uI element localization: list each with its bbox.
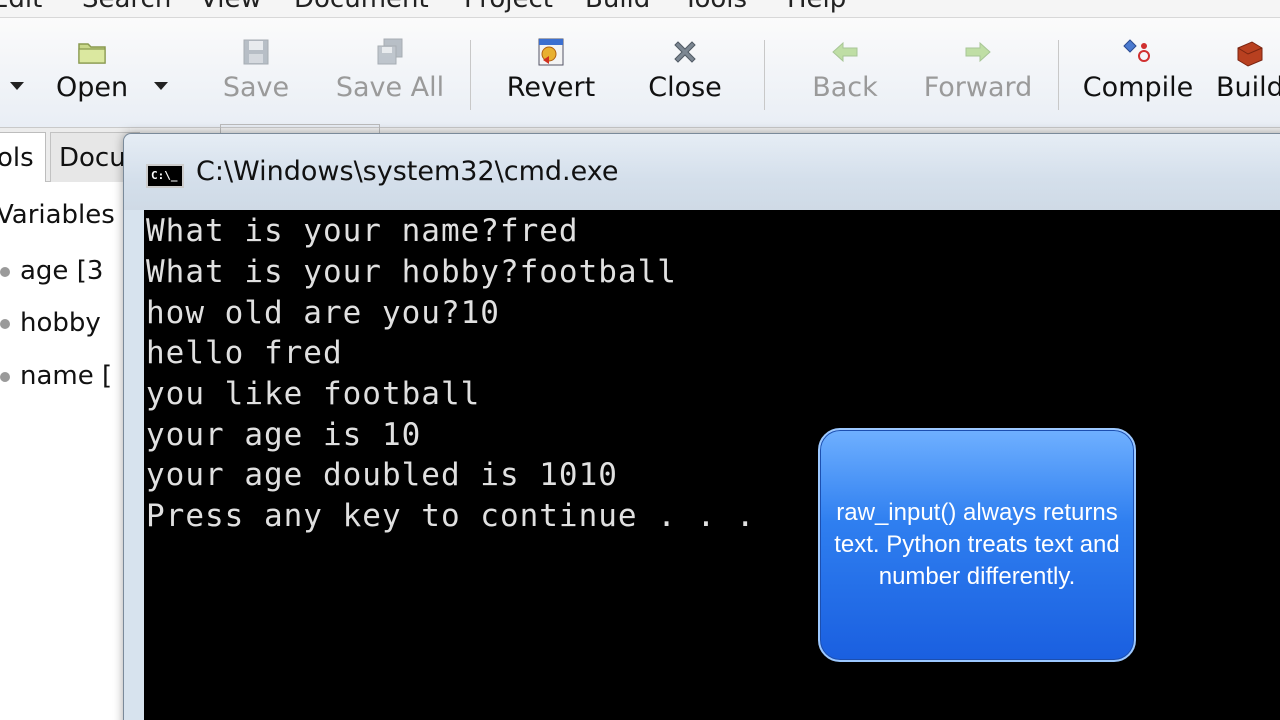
save-all-icon [377, 38, 403, 65]
floppy-disk-icon [243, 39, 269, 65]
callout-text: raw_input() always returns text. Python … [834, 499, 1120, 590]
build-label: Build [1216, 72, 1280, 103]
toolbar-separator [470, 40, 471, 110]
build-button[interactable]: Build [1214, 18, 1280, 118]
variable-label: name [ [20, 361, 113, 391]
save-all-button[interactable]: Save All [334, 18, 446, 118]
sidebar-tabs: ols Docu [0, 128, 140, 182]
menu-tools[interactable]: Tools [683, 0, 747, 14]
save-all-label: Save All [335, 72, 445, 103]
annotation-callout: raw_input() always returns text. Python … [818, 428, 1136, 662]
forward-button[interactable]: Forward [922, 18, 1034, 118]
variable-item-age[interactable]: age [3 [0, 256, 103, 286]
brick-icon [1237, 41, 1263, 67]
variable-icon [0, 318, 10, 329]
close-button[interactable]: Close [644, 18, 726, 118]
toolbar-separator [764, 40, 765, 110]
open-label: Open [55, 72, 129, 103]
variable-label: age [3 [20, 256, 104, 286]
variable-item-name[interactable]: name [ [0, 361, 112, 391]
console-line: What is your hobby?football [146, 254, 677, 290]
compile-icon [1123, 39, 1150, 62]
console-line: your age is 10 [146, 417, 422, 453]
menu-edit[interactable]: Edit [0, 0, 42, 14]
console-line: What is your name?fred [146, 213, 579, 249]
variable-icon [0, 266, 10, 277]
compile-label: Compile [1082, 72, 1194, 103]
revert-label: Revert [506, 72, 596, 103]
tab-symbols[interactable]: ols [0, 132, 46, 182]
variable-icon [0, 371, 10, 382]
console-line: you like football [146, 376, 481, 412]
console-line: how old are you?10 [146, 295, 500, 331]
folder-icon [78, 43, 106, 64]
compile-button[interactable]: Compile [1080, 18, 1196, 118]
close-label: Close [648, 72, 722, 103]
close-icon [674, 41, 696, 63]
variable-item-hobby[interactable]: hobby [0, 308, 101, 338]
cmd-window-title: C:\Windows\system32\cmd.exe [196, 156, 619, 187]
menu-build[interactable]: Build [585, 0, 650, 14]
back-button[interactable]: Back [808, 18, 882, 118]
open-dropdown-arrow-icon[interactable] [154, 82, 168, 90]
toolbar-separator [1058, 40, 1059, 110]
cmd-app-icon[interactable]: C:\_ [146, 164, 184, 188]
console-line: your age doubled is 1010 [146, 457, 618, 493]
symbols-panel: ols Docu Variables age [3 hobby name [ [0, 128, 140, 720]
revert-button[interactable]: Revert [506, 18, 596, 118]
cmd-title-bar[interactable]: C:\_ C:\Windows\system32\cmd.exe [124, 134, 1280, 210]
back-label: Back [812, 72, 878, 103]
menu-bar: Edit Search View Document Project Build … [0, 0, 1280, 18]
save-label: Save [222, 72, 290, 103]
revert-icon [538, 38, 564, 66]
console-line: Press any key to continue . . . [146, 498, 756, 534]
menu-project[interactable]: Project [464, 0, 553, 14]
menu-view[interactable]: View [200, 0, 262, 14]
variable-label: hobby [20, 308, 101, 338]
menu-document[interactable]: Document [294, 0, 429, 14]
new-dropdown-arrow-icon[interactable] [10, 82, 24, 90]
forward-label: Forward [923, 72, 1033, 103]
arrow-left-icon [832, 41, 858, 63]
save-button[interactable]: Save [218, 18, 294, 118]
arrow-right-icon [965, 41, 991, 63]
open-button[interactable]: Open [50, 18, 134, 118]
menu-help[interactable]: Help [787, 0, 846, 14]
console-line: hello fred [146, 335, 343, 371]
toolbar: Open Save Save All Revert Close Back For… [0, 18, 1280, 128]
variables-section-label[interactable]: Variables [0, 200, 115, 230]
menu-search[interactable]: Search [82, 0, 171, 14]
